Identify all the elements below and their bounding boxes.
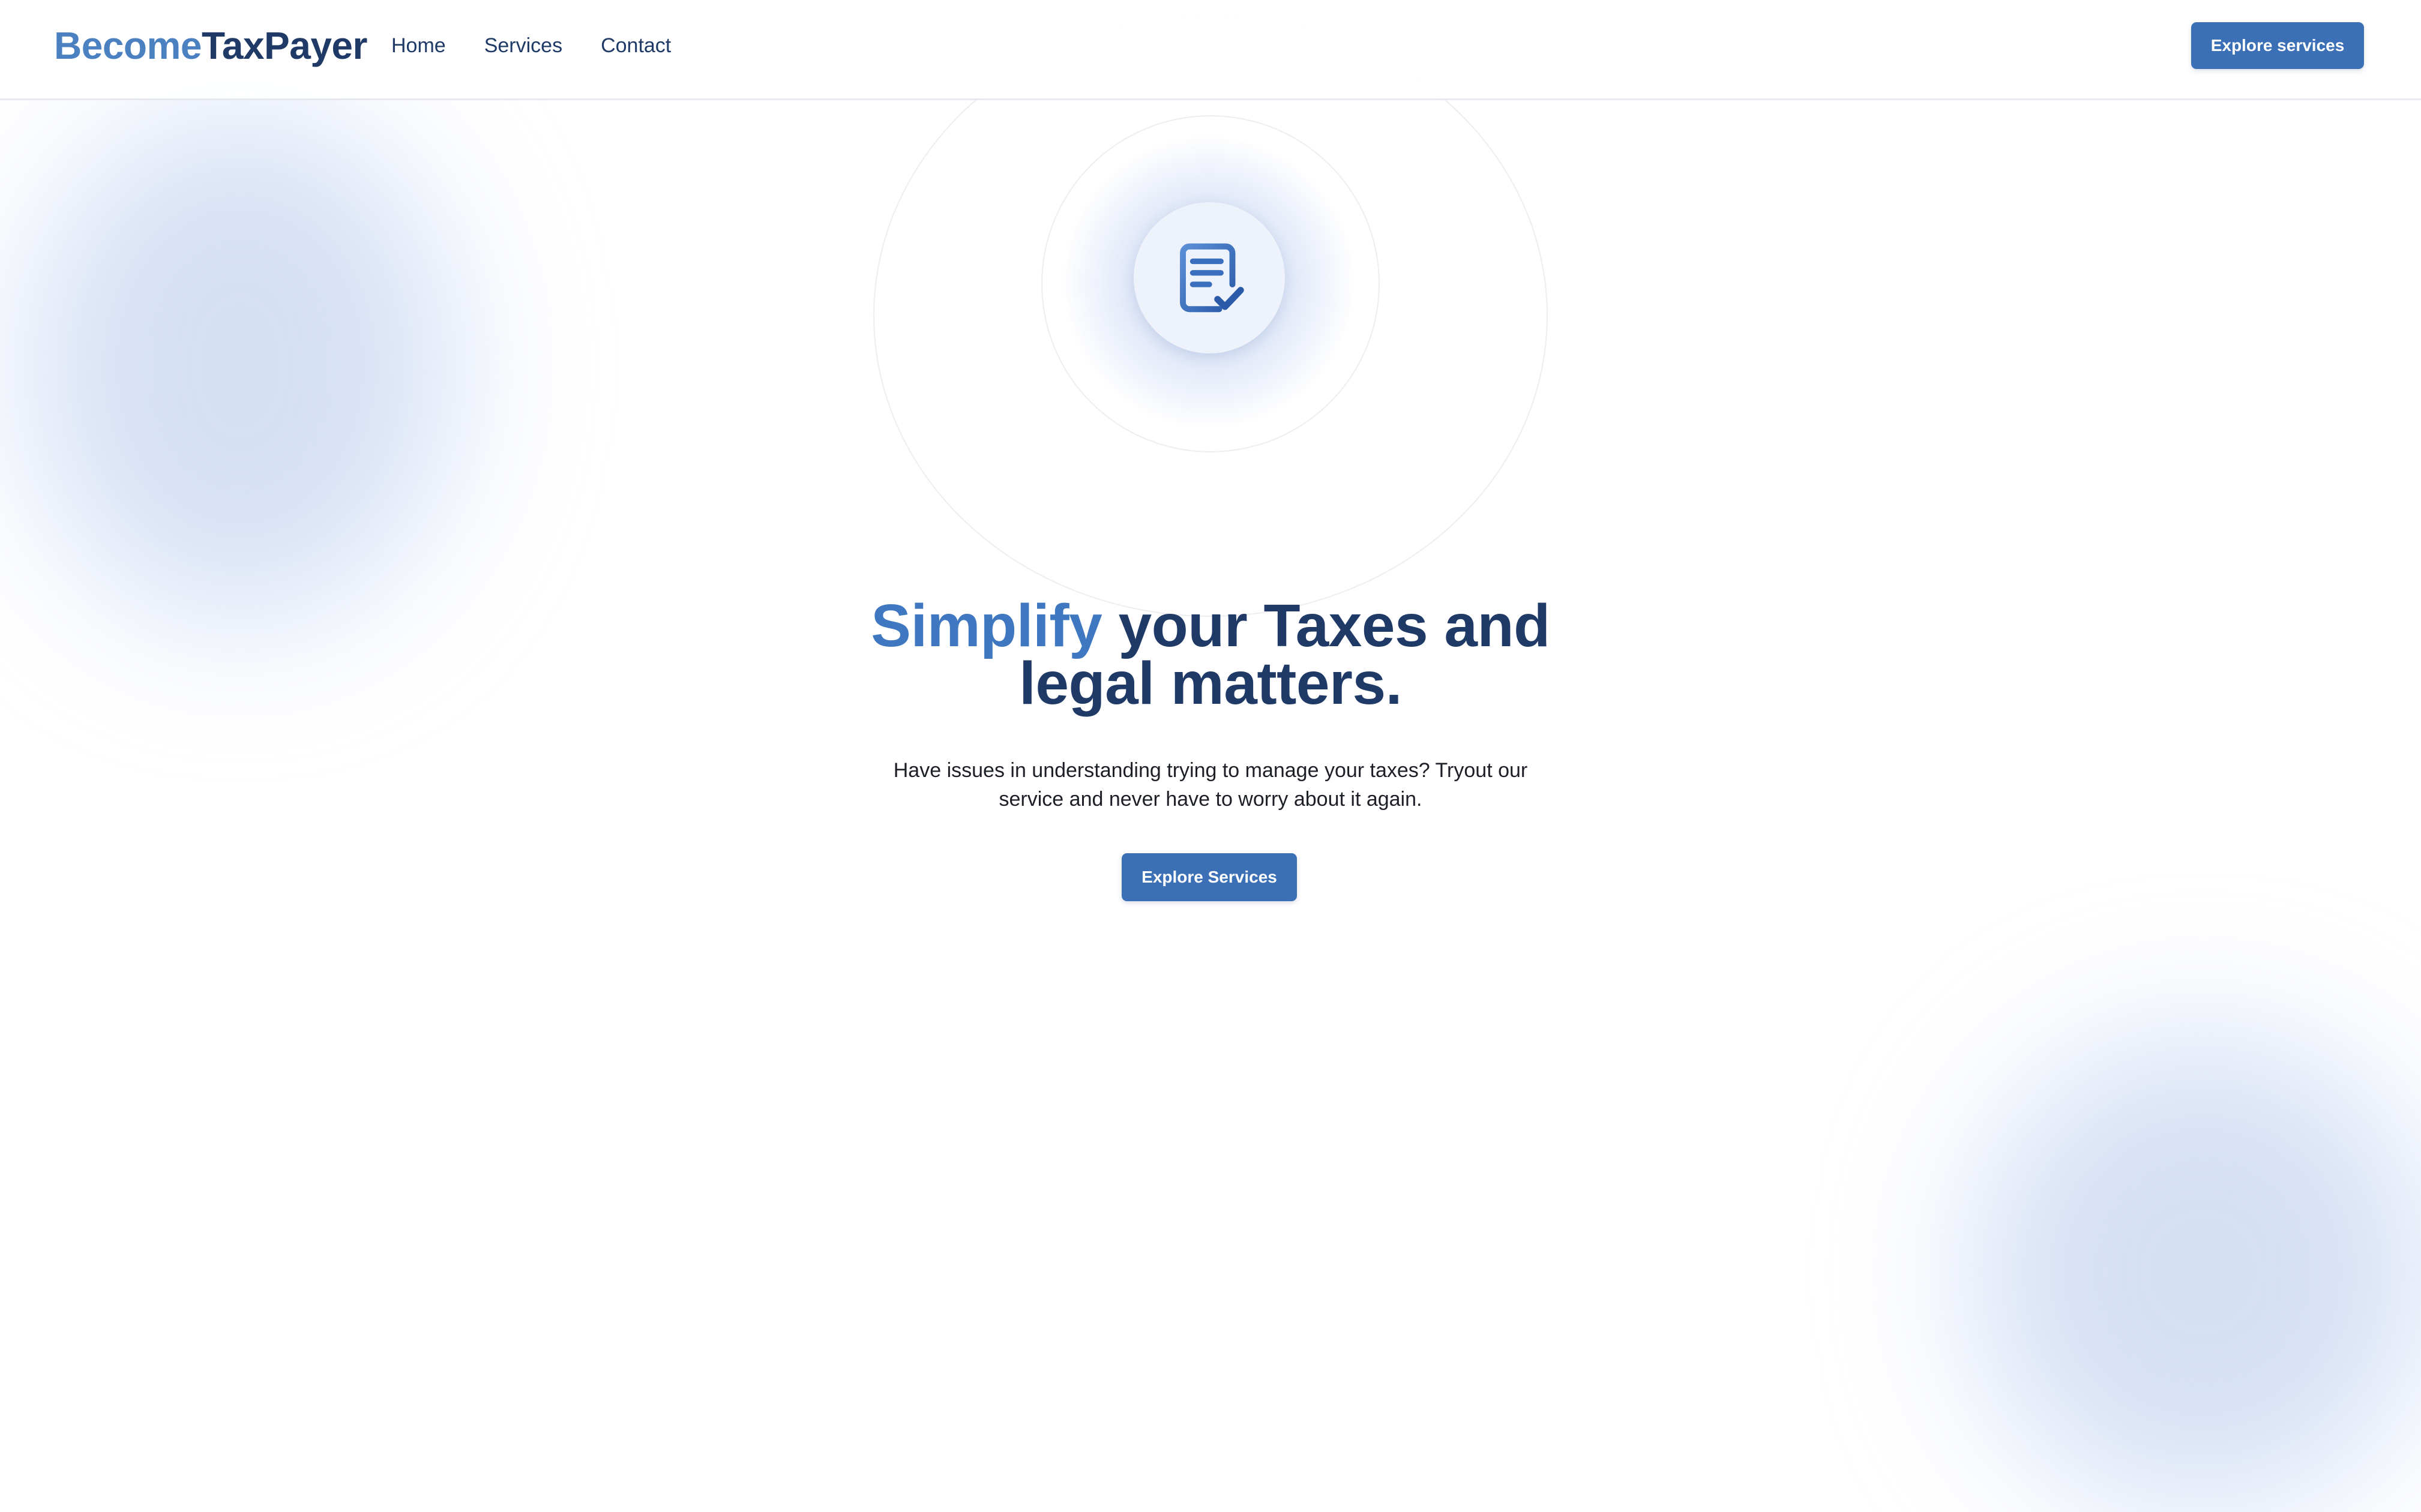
- hero-title: Simplify your Taxes and legal matters.: [790, 596, 1631, 713]
- explore-services-nav-button[interactable]: Explore services: [2191, 22, 2364, 69]
- nav-link-services[interactable]: Services: [484, 33, 562, 58]
- hero-title-line2: legal matters.: [1019, 650, 1402, 717]
- logo-part-become: Become: [54, 24, 202, 67]
- explore-services-hero-button[interactable]: Explore Services: [1122, 853, 1297, 901]
- hero-subtitle-line1: Have issues in understanding trying to m…: [893, 759, 1528, 782]
- nav-link-home[interactable]: Home: [391, 33, 446, 58]
- logo[interactable]: BecomeTaxPayer: [54, 22, 367, 70]
- nav-links: Home Services Contact: [391, 33, 671, 58]
- logo-part-taxpayer: TaxPayer: [202, 24, 367, 67]
- background-blob-left: [24, 108, 456, 624]
- hero-icon-badge: [1134, 202, 1285, 353]
- document-check-icon: [1180, 243, 1244, 313]
- nav-link-contact[interactable]: Contact: [601, 33, 671, 58]
- hero-subtitle: Have issues in understanding trying to m…: [874, 756, 1547, 814]
- hero-subtitle-line2: service and never have to worry about it…: [999, 788, 1422, 811]
- background-blob-right: [1968, 1032, 2421, 1512]
- navbar: BecomeTaxPayer Home Services Contact Exp…: [0, 0, 2421, 100]
